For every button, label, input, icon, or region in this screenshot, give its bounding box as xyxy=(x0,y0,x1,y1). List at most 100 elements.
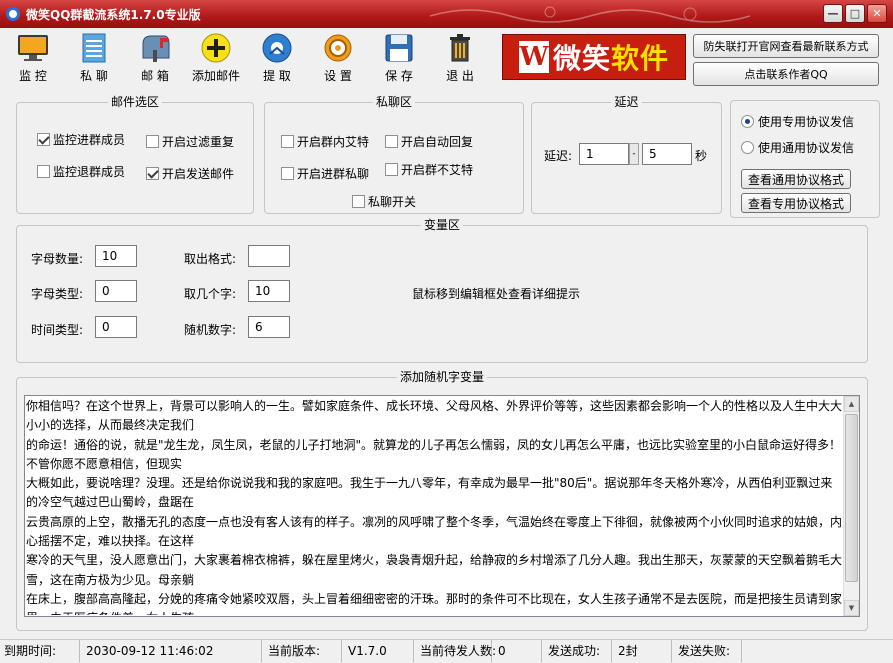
delay-max-input[interactable]: 5 xyxy=(642,143,692,165)
mailbox-button[interactable]: 邮 箱 xyxy=(125,32,185,84)
maximize-button[interactable]: □ xyxy=(845,4,865,23)
brand-logo: W 微笑软件 xyxy=(502,34,686,80)
no-at-box[interactable] xyxy=(385,163,398,176)
expire-value: 2030-09-12 11:46:02 xyxy=(80,640,262,662)
variable-group: 变量区 字母数量: 10 字母类型: 0 时间类型: 0 取出格式: 取几个字:… xyxy=(16,218,868,363)
extract-icon xyxy=(262,33,292,63)
app-icon xyxy=(6,7,20,21)
minimize-button[interactable]: — xyxy=(823,4,843,23)
dedicated-protocol-label: 使用专用协议发信 xyxy=(758,115,855,129)
add-mail-button[interactable]: 添加邮件 xyxy=(186,32,246,84)
monitor-join-box[interactable] xyxy=(37,133,50,146)
chat-switch-box[interactable] xyxy=(352,195,365,208)
contact-author-button[interactable]: 点击联系作者QQ xyxy=(693,62,879,86)
monitor-button[interactable]: 监 控 xyxy=(3,32,63,84)
edit-hint-text: 鼠标移到编辑框处查看详细提示 xyxy=(412,287,581,301)
protocol-group: 使用专用协议发信 使用通用协议发信 查看通用协议格式 查看专用协议格式 xyxy=(730,100,880,218)
send-mail-box[interactable] xyxy=(146,167,159,180)
send-mail-label: 开启发送邮件 xyxy=(162,167,235,181)
random-text-group-title: 添加随机字变量 xyxy=(396,370,487,384)
status-bar: 到期时间: 2030-09-12 11:46:02 当前版本: V1.7.0 当… xyxy=(0,639,893,663)
take-format-input[interactable] xyxy=(248,245,290,267)
monitor-join-label: 监控进群成员 xyxy=(53,133,126,147)
settings-button[interactable]: 设 置 xyxy=(308,32,368,84)
dedicated-protocol-dot[interactable] xyxy=(741,115,754,128)
window-title: 微笑QQ群截流系统1.7.0专业版 xyxy=(26,7,201,22)
monitor-join-checkbox[interactable]: 监控进群成员 xyxy=(37,131,125,148)
view-generic-format-button[interactable]: 查看通用协议格式 xyxy=(741,169,851,189)
random-text-content[interactable]: 你相信吗？在这个世界上，背景可以影响人的一生。譬如家庭条件、成长环境、父母风格、… xyxy=(26,397,844,615)
dedicated-protocol-radio[interactable]: 使用专用协议发信 xyxy=(741,113,854,130)
send-mail-checkbox[interactable]: 开启发送邮件 xyxy=(146,165,234,182)
delay-label: 延迟: xyxy=(544,149,573,163)
chat-switch-checkbox[interactable]: 私聊开关 xyxy=(352,193,416,210)
delay-unit: 秒 xyxy=(695,149,708,163)
gear-icon xyxy=(324,34,352,62)
letter-type-label: 字母类型: xyxy=(31,287,84,301)
auto-reply-label: 开启自动回复 xyxy=(401,135,474,149)
delay-group: 延迟 延迟: 1 - 5 秒 xyxy=(531,95,722,214)
scroll-down-arrow-icon[interactable]: ▼ xyxy=(844,600,859,616)
delay-separator: - xyxy=(629,143,639,165)
at-in-group-box[interactable] xyxy=(281,135,294,148)
auto-reply-checkbox[interactable]: 开启自动回复 xyxy=(385,133,473,150)
random-num-label: 随机数字: xyxy=(184,323,237,337)
save-button[interactable]: 保 存 xyxy=(369,32,429,84)
random-text-editor[interactable]: 你相信吗？在这个世界上，背景可以影响人的一生。譬如家庭条件、成长环境、父母风格、… xyxy=(24,395,860,617)
view-dedicated-format-button[interactable]: 查看专用协议格式 xyxy=(741,193,851,213)
time-type-input[interactable]: 0 xyxy=(95,316,137,338)
fail-value xyxy=(742,640,893,662)
version-value: V1.7.0 xyxy=(342,640,414,662)
join-chat-box[interactable] xyxy=(281,167,294,180)
extract-button[interactable]: 提 取 xyxy=(247,32,307,84)
monitor-leave-box[interactable] xyxy=(37,165,50,178)
toolbar: 监 控 私 聊 邮 箱 添加邮件 提 取 设 置 保 存 退 出 W 微笑软件 … xyxy=(0,28,893,90)
trash-icon xyxy=(450,34,470,62)
scroll-thumb[interactable] xyxy=(845,414,858,582)
at-in-group-checkbox[interactable]: 开启群内艾特 xyxy=(281,133,369,150)
generic-protocol-radio[interactable]: 使用通用协议发信 xyxy=(741,139,854,156)
save-label: 保 存 xyxy=(385,69,413,83)
monitor-icon xyxy=(18,35,48,61)
variable-group-title: 变量区 xyxy=(420,218,463,232)
success-label: 发送成功: xyxy=(542,640,612,662)
delay-group-title: 延迟 xyxy=(611,95,642,109)
letter-count-input[interactable]: 10 xyxy=(95,245,137,267)
filter-dup-box[interactable] xyxy=(146,135,159,148)
take-count-label: 取几个字: xyxy=(184,287,237,301)
text-scrollbar[interactable]: ▲ ▼ xyxy=(843,396,859,616)
title-decoration xyxy=(430,6,751,23)
exit-label: 退 出 xyxy=(446,69,474,83)
expire-label: 到期时间: xyxy=(0,640,80,662)
time-type-label: 时间类型: xyxy=(31,323,84,337)
take-count-input[interactable]: 10 xyxy=(248,280,290,302)
auto-reply-box[interactable] xyxy=(385,135,398,148)
fail-label: 发送失败: xyxy=(672,640,742,662)
title-bar: 微笑QQ群截流系统1.7.0专业版 — □ ✕ xyxy=(0,0,893,28)
letter-type-input[interactable]: 0 xyxy=(95,280,137,302)
pending-value: 0 xyxy=(492,640,542,662)
scroll-up-arrow-icon[interactable]: ▲ xyxy=(844,396,859,412)
at-in-group-label: 开启群内艾特 xyxy=(297,135,370,149)
settings-label: 设 置 xyxy=(324,69,352,83)
private-chat-button[interactable]: 私 聊 xyxy=(64,32,124,84)
official-site-button[interactable]: 防失联打开官网查看最新联系方式 xyxy=(693,34,879,58)
delay-min-input[interactable]: 1 xyxy=(579,143,629,165)
version-label: 当前版本: xyxy=(262,640,342,662)
no-at-checkbox[interactable]: 开启群不艾特 xyxy=(385,161,473,178)
monitor-label: 监 控 xyxy=(19,69,47,83)
filter-dup-checkbox[interactable]: 开启过滤重复 xyxy=(146,133,234,150)
private-chat-label: 私 聊 xyxy=(80,69,108,83)
random-num-input[interactable]: 6 xyxy=(248,316,290,338)
join-chat-checkbox[interactable]: 开启进群私聊 xyxy=(281,165,369,182)
filter-dup-label: 开启过滤重复 xyxy=(162,135,235,149)
add-mail-label: 添加邮件 xyxy=(191,69,240,83)
success-value: 2封 xyxy=(612,640,672,662)
generic-protocol-dot[interactable] xyxy=(741,141,754,154)
notepad-icon xyxy=(82,33,106,63)
close-button[interactable]: ✕ xyxy=(867,4,887,23)
exit-button[interactable]: 退 出 xyxy=(430,32,490,84)
monitor-leave-checkbox[interactable]: 监控退群成员 xyxy=(37,163,125,180)
generic-protocol-label: 使用通用协议发信 xyxy=(758,141,855,155)
join-chat-label: 开启进群私聊 xyxy=(297,167,370,181)
